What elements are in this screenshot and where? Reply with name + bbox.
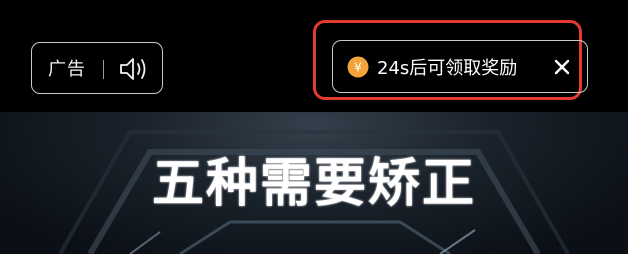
ad-label: 广告 — [48, 59, 86, 80]
speaker-icon[interactable] — [118, 55, 150, 83]
svg-text:¥: ¥ — [354, 61, 362, 75]
video-area[interactable]: 五种需要矫正 — [0, 112, 628, 254]
reward-countdown-pill: ¥ 24s后可领取奖励 — [332, 40, 588, 93]
video-title: 五种需要矫正 — [151, 154, 476, 214]
ad-badge: 广告 — [31, 42, 163, 94]
ad-divider — [103, 60, 104, 79]
reward-countdown-text: 24s后可领取奖励 — [377, 57, 518, 79]
coin-icon: ¥ — [347, 56, 369, 78]
ad-top-bar: 广告 ¥ 24s后可领取奖励 — [0, 0, 628, 112]
close-icon[interactable] — [553, 58, 571, 76]
